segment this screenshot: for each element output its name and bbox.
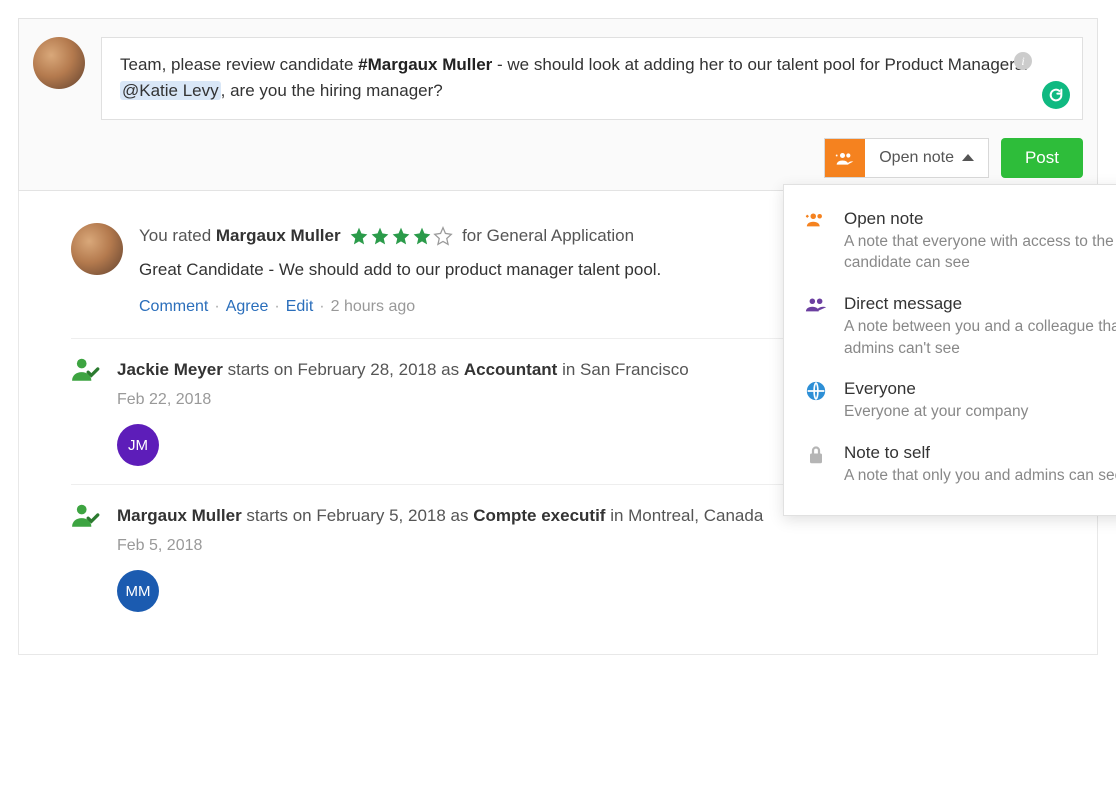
candidate-hashtag[interactable]: #Margaux Muller <box>358 55 492 74</box>
dropdown-item-note-to-self[interactable]: Note to self A note that only you and ad… <box>804 433 1116 497</box>
author-avatar <box>71 223 123 275</box>
role: Compte executif <box>473 506 605 525</box>
candidate-name: Margaux Muller <box>216 226 341 245</box>
initials-avatar: JM <box>117 424 159 466</box>
dropdown-item-desc: A note between you and a colleague that … <box>844 316 1116 359</box>
star-outline-icon <box>433 226 453 246</box>
lock-icon <box>804 443 828 487</box>
compose-text-2: - we should look at adding her to our ta… <box>492 55 1028 74</box>
timestamp: 2 hours ago <box>331 298 416 315</box>
group-icon <box>804 294 828 359</box>
dropdown-item-desc: Everyone at your company <box>844 401 1028 423</box>
post-button[interactable]: Post <box>1001 138 1083 178</box>
compose-actions: Open note Post Open note A note that eve… <box>33 138 1083 178</box>
event-mid: starts on February 28, 2018 as <box>223 360 464 379</box>
edit-link[interactable]: Edit <box>286 298 314 315</box>
group-plus-icon <box>804 209 828 274</box>
person-check-icon <box>71 357 101 387</box>
star-icon <box>349 226 369 246</box>
review-suffix: for General Application <box>462 226 634 245</box>
chevron-up-icon <box>962 154 974 161</box>
star-icon <box>370 226 390 246</box>
dropdown-item-title: Open note <box>844 209 1116 229</box>
role: Accountant <box>464 360 558 379</box>
star-icon <box>412 226 432 246</box>
group-plus-icon <box>825 139 865 177</box>
mention-chip[interactable]: @Katie Levy <box>120 81 221 100</box>
event-location: in Montreal, Canada <box>605 506 763 525</box>
info-icon[interactable]: i <box>1014 52 1032 70</box>
comment-link[interactable]: Comment <box>139 298 208 315</box>
grammarly-icon[interactable] <box>1042 81 1070 109</box>
note-type-label: Open note <box>879 149 954 167</box>
compose-textarea[interactable]: Team, please review candidate #Margaux M… <box>101 37 1083 120</box>
note-type-dropdown: Open note A note that everyone with acce… <box>783 184 1116 516</box>
dropdown-item-title: Note to self <box>844 443 1116 463</box>
dropdown-item-desc: A note that only you and admins can see <box>844 465 1116 487</box>
compose-row: Team, please review candidate #Margaux M… <box>33 37 1083 120</box>
person-name: Jackie Meyer <box>117 360 223 379</box>
dropdown-item-everyone[interactable]: Everyone Everyone at your company <box>804 369 1116 433</box>
event-date: Feb 5, 2018 <box>117 534 1045 559</box>
dropdown-item-title: Direct message <box>844 294 1116 314</box>
dropdown-item-open-note[interactable]: Open note A note that everyone with acce… <box>804 199 1116 284</box>
star-icon <box>391 226 411 246</box>
star-rating <box>349 226 453 246</box>
person-name: Margaux Muller <box>117 506 242 525</box>
compose-panel: Team, please review candidate #Margaux M… <box>18 18 1098 191</box>
globe-icon <box>804 379 828 423</box>
compose-text-3: , are you the hiring manager? <box>221 81 443 100</box>
review-prefix: You rated <box>139 226 216 245</box>
note-type-dropdown-button[interactable]: Open note <box>824 138 989 178</box>
dropdown-item-title: Everyone <box>844 379 1028 399</box>
dropdown-item-desc: A note that everyone with access to the … <box>844 231 1116 274</box>
person-check-icon <box>71 503 101 533</box>
dropdown-item-direct-message[interactable]: Direct message A note between you and a … <box>804 284 1116 369</box>
author-avatar <box>33 37 85 89</box>
event-location: in San Francisco <box>557 360 688 379</box>
compose-text: Team, please review candidate <box>120 55 358 74</box>
event-mid: starts on February 5, 2018 as <box>242 506 474 525</box>
initials-avatar: MM <box>117 570 159 612</box>
agree-link[interactable]: Agree <box>226 298 269 315</box>
